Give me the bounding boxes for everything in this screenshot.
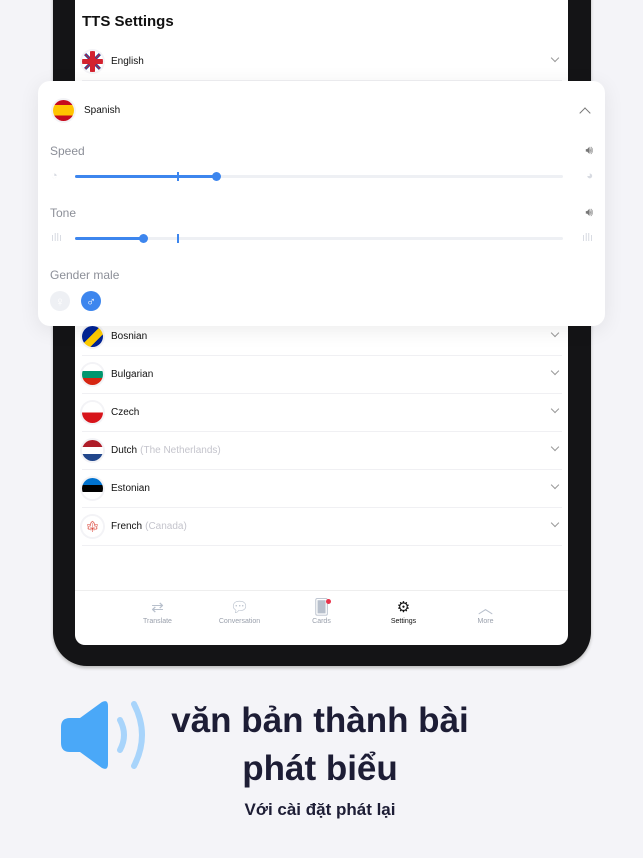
language-row-dutch[interactable]: Dutch (The Netherlands) (82, 432, 562, 470)
language-label: Czech (111, 407, 140, 418)
spanish-settings-card: Spanish Speed 🔊︎ ◔ ◕ Tone 🔊︎ ıllı ıllı G… (38, 81, 605, 326)
tab-label: Cards (312, 618, 331, 625)
chevron-down-icon[interactable] (550, 328, 560, 338)
tone-default-mark (177, 234, 179, 243)
estonian-flag-icon (82, 478, 103, 499)
chevron-up-icon: ︿ (477, 599, 493, 617)
language-row-czech[interactable]: Czech (82, 394, 562, 432)
translate-icon: ⇄ (151, 599, 164, 616)
tab-more[interactable]: ︿ More (445, 591, 527, 645)
speaker-preview-icon[interactable]: 🔊︎ (585, 143, 593, 158)
language-label: Estonian (111, 483, 150, 494)
low-tone-icon: ıllı (51, 232, 62, 244)
chevron-down-icon[interactable] (550, 404, 560, 414)
speed-default-mark (177, 172, 179, 181)
tab-cards[interactable]: 🂠 Cards (281, 591, 363, 645)
tone-label: Tone (50, 206, 77, 220)
tab-label: Translate (143, 618, 172, 625)
chevron-up-icon[interactable] (579, 107, 591, 119)
bosnian-flag-icon (82, 326, 103, 347)
tab-settings[interactable]: ⚙ Settings (363, 591, 445, 645)
promo-headline-line-1: văn bản thành bài (171, 701, 469, 740)
tab-bar: ⇄ Translate 💬︎ Conversation 🂠 Cards ⚙ Settings ︿… (75, 590, 568, 645)
tab-translate[interactable]: ⇄ Translate (117, 591, 199, 645)
czech-flag-icon (82, 402, 103, 423)
speaker-preview-icon[interactable]: 🔊︎ (585, 205, 593, 220)
notification-dot (325, 599, 331, 604)
gender-label: Gender male (50, 268, 120, 282)
uk-flag-icon (82, 51, 103, 72)
tone-fill (75, 237, 144, 240)
male-button[interactable]: ♂ (81, 291, 101, 311)
fast-icon: ◕ (586, 170, 593, 182)
tab-conversation[interactable]: 💬︎ Conversation (199, 591, 281, 645)
speed-fill (75, 175, 217, 178)
page-title: TTS Settings (82, 13, 174, 30)
promo-subtitle: Với cài đặt phát lại (244, 800, 396, 819)
speed-thumb[interactable] (212, 172, 222, 181)
speaker-icon (61, 701, 145, 769)
language-label: Dutch (111, 445, 138, 456)
conversation-icon: 💬︎ (229, 599, 250, 616)
language-region: (The Netherlands) (140, 445, 221, 456)
language-row-estonian[interactable]: Estonian (82, 470, 562, 508)
chevron-down-icon[interactable] (550, 442, 560, 452)
language-label: French (111, 521, 143, 532)
cards-icon: 🂠 (313, 599, 331, 616)
language-label: Spanish (84, 105, 121, 116)
speed-label: Speed (50, 144, 85, 158)
tone-slider[interactable] (75, 234, 563, 243)
language-row-english[interactable]: English (82, 43, 562, 81)
female-button[interactable]: ♀ (50, 291, 70, 311)
language-row-french[interactable]: 🍁︎ French (Canada) (82, 508, 562, 546)
chevron-down-icon[interactable] (550, 518, 560, 528)
speed-slider[interactable] (75, 172, 563, 181)
bulgarian-flag-icon (82, 364, 103, 385)
language-label: Bulgarian (111, 369, 154, 380)
language-label: English (111, 56, 144, 67)
chevron-down-icon[interactable] (550, 53, 560, 63)
gear-icon: ⚙ (396, 599, 411, 616)
language-row-bulgarian[interactable]: Bulgarian (82, 356, 562, 394)
tab-label: Conversation (218, 618, 261, 625)
slow-icon: ◔ (51, 170, 58, 182)
tone-thumb[interactable] (138, 234, 148, 243)
language-region: (Canada) (145, 521, 187, 532)
promo-headline-line-2: phát biểu (242, 749, 398, 788)
french-flag-icon: 🍁︎ (82, 516, 103, 537)
spain-flag-icon (53, 100, 74, 121)
dutch-flag-icon (82, 440, 103, 461)
chevron-down-icon[interactable] (550, 480, 560, 490)
tab-label: More (477, 618, 494, 625)
language-label: Bosnian (111, 331, 148, 342)
tab-label: Settings (390, 618, 417, 625)
chevron-down-icon[interactable] (550, 366, 560, 376)
high-tone-icon: ıllı (582, 232, 593, 244)
